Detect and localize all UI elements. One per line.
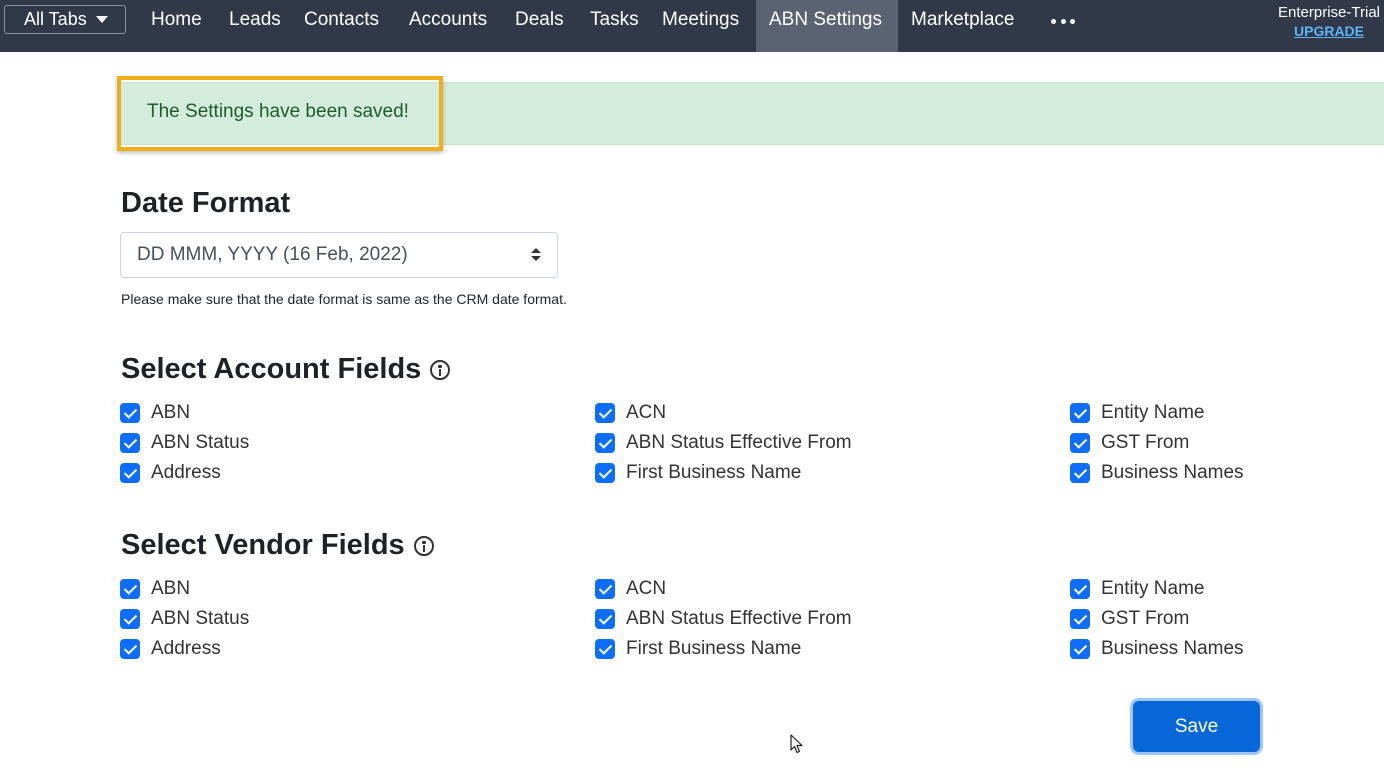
checkbox-checked-icon[interactable] [120, 639, 140, 659]
field-label: ABN [151, 402, 191, 423]
nav-item-abn-settings[interactable]: ABN Settings [756, 0, 898, 52]
field-label: ABN Status Effective From [626, 608, 852, 629]
account-field-address[interactable]: Address [120, 461, 221, 485]
checkbox-checked-icon[interactable] [120, 579, 140, 599]
checkbox-checked-icon[interactable] [1070, 579, 1090, 599]
vendor-field-first-business-name[interactable]: First Business Name [595, 637, 801, 661]
vendor-field-acn[interactable]: ACN [595, 577, 666, 601]
ellipsis-icon[interactable] [1051, 11, 1075, 31]
field-label: Business Names [1101, 462, 1244, 483]
plan-info: Enterprise-Trial UPGRADE [1278, 4, 1380, 40]
vendor-field-gst-from[interactable]: GST From [1070, 607, 1189, 631]
caret-down-icon [95, 16, 108, 23]
nav-item-tasks[interactable]: Tasks [590, 0, 639, 40]
checkbox-checked-icon[interactable] [595, 463, 615, 483]
vendor-field-abn-status[interactable]: ABN Status [120, 607, 249, 631]
field-label: ABN Status [151, 432, 250, 453]
checkbox-checked-icon[interactable] [595, 579, 615, 599]
field-label: Business Names [1101, 638, 1244, 659]
checkbox-checked-icon[interactable] [1070, 609, 1090, 629]
field-label: ACN [626, 578, 667, 599]
field-label: GST From [1101, 432, 1190, 453]
checkbox-checked-icon[interactable] [1070, 639, 1090, 659]
field-label: GST From [1101, 608, 1190, 629]
all-tabs-label: All Tabs [24, 9, 87, 29]
field-label: Address [151, 638, 221, 659]
checkbox-checked-icon[interactable] [1070, 463, 1090, 483]
nav-item-leads[interactable]: Leads [229, 0, 281, 40]
account-field-gst-from[interactable]: GST From [1070, 431, 1189, 455]
checkbox-checked-icon[interactable] [595, 403, 615, 423]
checkbox-checked-icon[interactable] [120, 609, 140, 629]
nav-item-accounts[interactable]: Accounts [409, 0, 487, 40]
checkbox-checked-icon[interactable] [595, 639, 615, 659]
checkbox-checked-icon[interactable] [595, 609, 615, 629]
checkbox-checked-icon[interactable] [120, 463, 140, 483]
account-field-acn[interactable]: ACN [595, 401, 666, 425]
nav-item-meetings[interactable]: Meetings [662, 0, 739, 40]
account-field-abn-status-effective-from[interactable]: ABN Status Effective From [595, 431, 852, 455]
vendor-field-address[interactable]: Address [120, 637, 221, 661]
field-label: First Business Name [626, 462, 802, 483]
nav-item-home[interactable]: Home [151, 0, 202, 40]
mouse-pointer-icon [790, 734, 803, 754]
nav-item-marketplace[interactable]: Marketplace [911, 0, 1015, 40]
field-label: Address [151, 462, 221, 483]
vendor-field-entity-name[interactable]: Entity Name [1070, 577, 1204, 601]
account-field-abn-status[interactable]: ABN Status [120, 431, 249, 455]
account-field-business-names[interactable]: Business Names [1070, 461, 1244, 485]
account-fields-title: Select Account Fields [121, 353, 422, 385]
vendor-fields-heading: Select Vendor Fields [121, 529, 434, 562]
account-field-first-business-name[interactable]: First Business Name [595, 461, 801, 485]
field-label: ACN [626, 402, 667, 423]
date-format-value: DD MMM, YYYY (16 Feb, 2022) [137, 244, 408, 265]
checkbox-checked-icon[interactable] [595, 433, 615, 453]
alert-message: The Settings have been saved! [147, 101, 409, 122]
account-field-entity-name[interactable]: Entity Name [1070, 401, 1204, 425]
vendor-field-abn[interactable]: ABN [120, 577, 190, 601]
field-label: Entity Name [1101, 578, 1205, 599]
vendor-field-abn-status-effective-from[interactable]: ABN Status Effective From [595, 607, 852, 631]
vendor-fields-title: Select Vendor Fields [121, 529, 405, 561]
checkbox-checked-icon[interactable] [120, 433, 140, 453]
field-label: Entity Name [1101, 402, 1205, 423]
info-icon[interactable] [430, 359, 451, 380]
save-button[interactable]: Save [1133, 701, 1260, 752]
account-fields-heading: Select Account Fields [121, 353, 451, 386]
plan-label: Enterprise-Trial [1278, 4, 1380, 21]
field-label: ABN Status [151, 608, 250, 629]
checkbox-checked-icon[interactable] [1070, 433, 1090, 453]
vendor-field-business-names[interactable]: Business Names [1070, 637, 1244, 661]
all-tabs-dropdown[interactable]: All Tabs [4, 5, 126, 34]
field-label: ABN Status Effective From [626, 432, 852, 453]
field-label: First Business Name [626, 638, 802, 659]
checkbox-checked-icon[interactable] [120, 403, 140, 423]
top-navigation-bar: All Tabs Home Leads Contacts Accounts De… [0, 0, 1384, 52]
account-field-abn[interactable]: ABN [120, 401, 190, 425]
upgrade-link[interactable]: UPGRADE [1278, 22, 1380, 40]
checkbox-checked-icon[interactable] [1070, 403, 1090, 423]
date-format-help-text: Please make sure that the date format is… [121, 291, 567, 307]
date-format-heading: Date Format [121, 187, 291, 219]
nav-item-deals[interactable]: Deals [515, 0, 564, 40]
info-icon[interactable] [413, 535, 434, 556]
date-format-select[interactable]: DD MMM, YYYY (16 Feb, 2022) [120, 232, 558, 278]
sort-arrows-icon [531, 248, 541, 262]
field-label: ABN [151, 578, 191, 599]
nav-item-contacts[interactable]: Contacts [304, 0, 379, 40]
